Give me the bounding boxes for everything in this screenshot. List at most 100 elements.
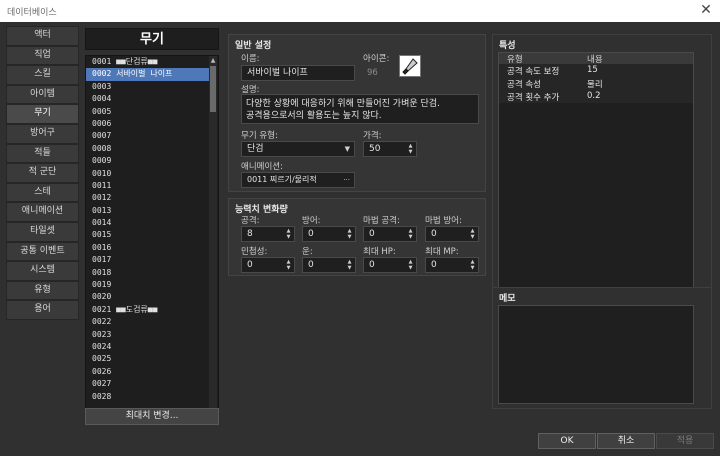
nav-item[interactable]: 방어구 <box>6 123 79 144</box>
param-value: 0 <box>431 260 437 270</box>
icon-index: 96 <box>367 68 378 78</box>
param-input[interactable]: 0 ▲ ▼ <box>302 226 356 242</box>
list-item[interactable]: 0009 <box>86 155 210 167</box>
param-label: 운: <box>302 247 313 257</box>
list-item[interactable]: 0006 <box>86 118 210 130</box>
general-settings-group: 일반 설정 이름: 서바이벌 나이프 아이콘: 96 설명: 다양한 상황에 대… <box>228 34 486 192</box>
nav-item[interactable]: 용어 <box>6 300 79 320</box>
spinner-icon[interactable]: ▲ ▼ <box>469 259 476 271</box>
more-icon[interactable]: ··· <box>343 173 350 187</box>
nav-item[interactable]: 적들 <box>6 143 79 164</box>
list-item[interactable]: 0024 <box>86 341 210 353</box>
list-item[interactable]: 0001 ■■단검류■■ <box>86 56 210 68</box>
description-line-2: 공격용으로서의 활용도는 높지 않다. <box>246 111 382 121</box>
list-item[interactable]: 0002 서바이벌 나이프 <box>86 68 210 81</box>
name-input[interactable]: 서바이벌 나이프 <box>241 65 355 81</box>
trait-type: 공격 속도 보정 <box>507 67 560 77</box>
nav-item[interactable]: 공통 이벤트 <box>6 241 79 262</box>
change-maximum-button[interactable]: 최대치 변경... <box>85 408 219 425</box>
knife-icon <box>402 58 418 75</box>
nav-item[interactable]: 아이템 <box>6 84 79 105</box>
list-item[interactable]: 0011 <box>86 180 210 192</box>
scroll-thumb[interactable] <box>210 66 216 112</box>
param-input[interactable]: 0 ▲ ▼ <box>241 257 295 273</box>
param-input[interactable]: 8 ▲ ▼ <box>241 226 295 242</box>
list-item[interactable]: 0020 <box>86 291 210 303</box>
trait-row[interactable]: 공격 속성 물리 <box>499 77 693 90</box>
list-item[interactable]: 0027 <box>86 378 210 390</box>
ok-button[interactable]: OK <box>538 433 596 449</box>
param-value: 0 <box>308 260 314 270</box>
list-item[interactable]: 0007 <box>86 130 210 142</box>
spinner-icon[interactable]: ▲ ▼ <box>407 259 414 271</box>
category-nav: 액터 직업 스킬 아이템 무기 방어구 적들 적 군단 스테 애니메이션 타일셋 공통 이벤트 시스템 유… <box>6 26 79 321</box>
spinner-icon[interactable]: ▲ ▼ <box>346 259 353 271</box>
param-input[interactable]: 0 ▲ ▼ <box>425 257 479 273</box>
param-input[interactable]: 0 ▲ ▼ <box>363 226 417 242</box>
nav-item[interactable]: 무기 <box>6 104 79 124</box>
description-line-1: 다양한 상황에 대응하기 위해 만들어진 가벼운 단검. <box>246 99 440 109</box>
list-item[interactable]: 0025 <box>86 353 210 365</box>
spinner-icon[interactable]: ▲ ▼ <box>285 228 292 240</box>
trait-row[interactable]: 공격 속도 보정 15 <box>499 64 693 77</box>
memo-title: 메모 <box>499 294 516 304</box>
list-item[interactable]: 0014 <box>86 217 210 229</box>
param-label: 방어: <box>302 216 321 226</box>
spinner-icon[interactable]: ▲ ▼ <box>346 228 353 240</box>
param-input[interactable]: 0 ▲ ▼ <box>302 257 356 273</box>
price-label: 가격: <box>363 131 382 141</box>
param-input[interactable]: 0 ▲ ▼ <box>363 257 417 273</box>
list-item[interactable]: 0028 <box>86 391 210 403</box>
cancel-button[interactable]: 취소 <box>597 433 655 449</box>
param-value: 0 <box>247 260 253 270</box>
list-item[interactable]: 0023 <box>86 329 210 341</box>
list-item[interactable]: 0026 <box>86 366 210 378</box>
weapon-list[interactable]: 0001 ■■단검류■■ 0002 서바이벌 나이프 0003 0004 0005 000… <box>85 55 219 425</box>
price-input[interactable]: 50 ▲ ▼ <box>363 141 417 157</box>
description-field[interactable]: 다양한 상황에 대응하기 위해 만들어진 가벼운 단검. 공격용으로서의 활용도… <box>241 94 479 124</box>
list-item[interactable]: 0005 <box>86 106 210 118</box>
memo-textarea[interactable] <box>498 305 694 404</box>
icon-picker[interactable] <box>399 55 421 77</box>
list-item[interactable]: 0015 <box>86 229 210 241</box>
list-item[interactable]: 0004 <box>86 93 210 105</box>
spinner-icon[interactable]: ▲ ▼ <box>469 228 476 240</box>
nav-item[interactable]: 스킬 <box>6 65 79 85</box>
traits-table[interactable]: 유형 내용 공격 속도 보정 15 공격 속성 물리 공격 횟수 추가 0.2 <box>498 52 694 298</box>
nav-item[interactable]: 애니메이션 <box>6 202 79 222</box>
list-scrollbar[interactable]: ▲ ▼ <box>209 56 217 424</box>
close-icon[interactable]: ✕ <box>698 2 714 18</box>
list-item[interactable]: 0012 <box>86 192 210 204</box>
param-label: 최대 HP: <box>363 247 396 257</box>
nav-item[interactable]: 시스템 <box>6 261 79 281</box>
list-item[interactable]: 0016 <box>86 242 210 254</box>
list-item[interactable]: 0021 ■■도검류■■ <box>86 304 210 316</box>
nav-item[interactable]: 액터 <box>6 26 79 46</box>
scroll-up-icon[interactable]: ▲ <box>209 56 217 65</box>
trait-content: 15 <box>587 65 598 75</box>
list-item[interactable]: 0018 <box>86 267 210 279</box>
list-item[interactable]: 0022 <box>86 316 210 328</box>
param-label: 마법 공격: <box>363 216 400 226</box>
spinner-icon[interactable]: ▲ ▼ <box>407 228 414 240</box>
param-input[interactable]: 0 ▲ ▼ <box>425 226 479 242</box>
nav-item[interactable]: 유형 <box>6 280 79 301</box>
list-item[interactable]: 0003 <box>86 81 210 93</box>
list-item[interactable]: 0008 <box>86 143 210 155</box>
weapon-type-label: 무기 유형: <box>241 131 278 141</box>
trait-row[interactable]: 공격 횟수 추가 0.2 <box>499 90 693 103</box>
spinner-icon[interactable]: ▲ ▼ <box>407 143 414 155</box>
spinner-icon[interactable]: ▲ ▼ <box>285 259 292 271</box>
list-item[interactable]: 0010 <box>86 168 210 180</box>
list-item[interactable]: 0019 <box>86 279 210 291</box>
weapon-type-select[interactable]: 단검 ▼ <box>241 141 355 157</box>
apply-button[interactable]: 적용 <box>656 433 714 449</box>
list-item[interactable]: 0017 <box>86 254 210 266</box>
list-item[interactable]: 0013 <box>86 205 210 217</box>
animation-select[interactable]: 0011 찌르기/물리적 ··· <box>241 172 355 188</box>
nav-item[interactable]: 스테 <box>6 182 79 203</box>
nav-item[interactable]: 타일셋 <box>6 221 79 242</box>
nav-item[interactable]: 직업 <box>6 45 79 66</box>
nav-item[interactable]: 적 군단 <box>6 163 79 183</box>
trait-type: 공격 속성 <box>507 80 541 90</box>
